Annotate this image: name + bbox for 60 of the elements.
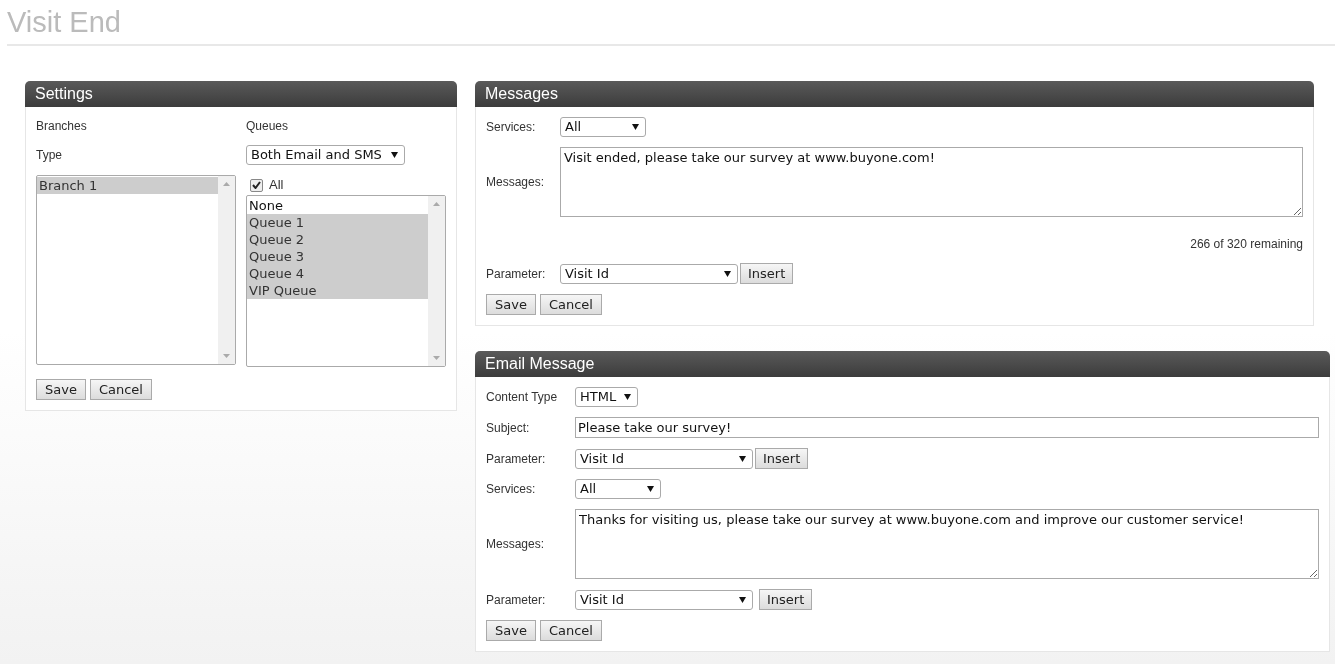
caret-icon xyxy=(739,455,746,462)
field-label: Subject: xyxy=(486,419,531,437)
page-title: Visit End xyxy=(7,0,1335,46)
checkbox-label[interactable]: All xyxy=(269,175,284,195)
panel-header: Messages xyxy=(475,81,1314,107)
list-box[interactable]: None Queue 1 Queue 2 Queue 3 Queue 4 VIP Queue xyxy=(246,195,446,367)
character-counter: 266 of 320 remaining xyxy=(1190,236,1303,253)
list-option[interactable]: Queue 4 xyxy=(247,265,428,282)
field-label: Content Type xyxy=(486,389,559,406)
form-button[interactable]: Cancel xyxy=(539,620,602,641)
form-button[interactable]: Cancel xyxy=(539,294,602,315)
caret-icon xyxy=(724,270,731,277)
scrollbar[interactable] xyxy=(428,196,445,366)
scroll-up-icon[interactable] xyxy=(223,182,230,186)
message-textarea[interactable]: Visit ended, please take our survey at www.buyone.com! xyxy=(560,147,1303,217)
caret-icon xyxy=(632,124,639,130)
list-option[interactable]: Queue 3 xyxy=(247,248,428,265)
dropdown[interactable]: Visit Id xyxy=(560,263,738,284)
dropdown[interactable]: Visit Id xyxy=(575,448,753,469)
field-label: Type xyxy=(36,147,63,164)
field-label: Services: xyxy=(486,481,537,498)
field-label: Messages: xyxy=(486,174,546,191)
field-label: Services: xyxy=(486,119,537,136)
form-button[interactable]: Save xyxy=(36,379,86,400)
list-option[interactable]: Branch 1 xyxy=(37,177,218,194)
dropdown[interactable]: Both Email and SMS xyxy=(246,145,405,165)
dropdown[interactable]: All xyxy=(575,479,661,499)
form-button[interactable]: Cancel xyxy=(89,379,152,400)
field-label: Messages: xyxy=(486,536,546,553)
form-button[interactable]: Save xyxy=(486,294,536,315)
checkbox[interactable] xyxy=(250,178,263,192)
form-button[interactable]: Save xyxy=(486,620,536,641)
dropdown[interactable]: All xyxy=(560,117,646,137)
field-label: Parameter: xyxy=(486,591,547,609)
subject-field[interactable]: Please take our survey! xyxy=(575,417,1319,438)
panel-header: Settings xyxy=(25,81,457,107)
insert-button[interactable]: Insert xyxy=(759,589,813,610)
insert-button[interactable]: Insert xyxy=(740,263,794,284)
list-option[interactable]: Queue 2 xyxy=(247,231,428,248)
list-box[interactable]: Branch 1 xyxy=(36,175,236,365)
field-label: Parameter: xyxy=(486,450,547,468)
list-option[interactable]: VIP Queue xyxy=(247,282,428,299)
scroll-up-icon[interactable] xyxy=(433,202,440,206)
list-option[interactable]: Queue 1 xyxy=(247,214,428,231)
insert-button[interactable]: Insert xyxy=(755,448,809,469)
caret-icon xyxy=(647,486,654,492)
scroll-down-icon[interactable] xyxy=(223,354,230,358)
message-textarea[interactable]: Thanks for visiting us, please take our survey at www.buyone.com and improve our customer service! xyxy=(575,509,1319,579)
field-label: Branches xyxy=(36,118,88,135)
scrollbar[interactable] xyxy=(218,176,235,364)
panel-header: Email Message xyxy=(475,351,1330,377)
field-label: Parameter: xyxy=(486,265,547,283)
caret-icon xyxy=(624,394,632,400)
caret-icon xyxy=(739,596,746,603)
field-label: Queues xyxy=(246,118,290,135)
list-option[interactable]: None xyxy=(247,197,428,214)
caret-icon xyxy=(391,152,398,158)
dropdown[interactable]: HTML xyxy=(575,387,639,407)
scroll-down-icon[interactable] xyxy=(433,356,440,360)
dropdown[interactable]: Visit Id xyxy=(575,589,753,610)
